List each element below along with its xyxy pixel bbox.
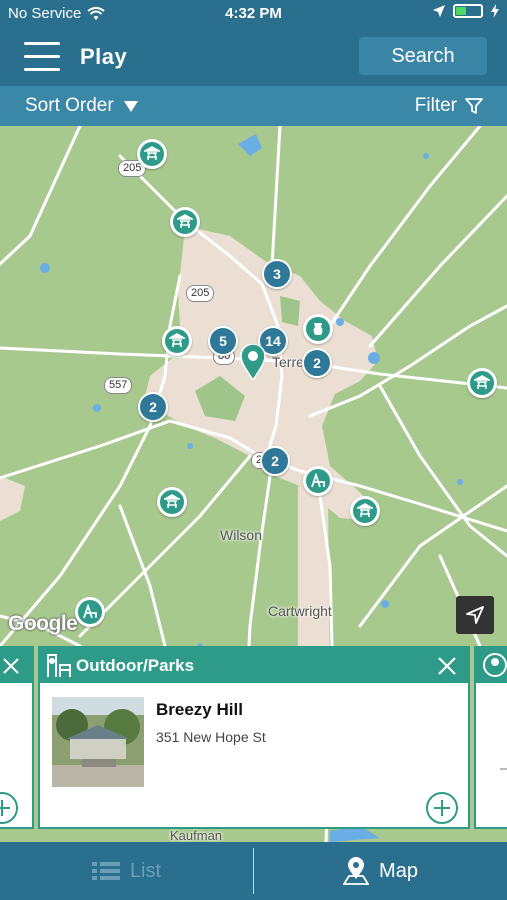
cluster-marker[interactable]: 3 [262, 259, 292, 289]
playground-poi-icon[interactable] [75, 597, 105, 627]
map-label-kaufman: Kaufman [170, 828, 223, 842]
tab-map[interactable]: Map [254, 842, 507, 900]
nav-bar: Play Search [0, 28, 507, 86]
park-poi-icon[interactable] [350, 496, 380, 526]
cluster-marker[interactable]: 2 [138, 392, 168, 422]
page-title: Play [80, 44, 128, 69]
place-address: 351 New Hope St [156, 729, 266, 745]
outdoor-parks-category-icon [47, 654, 71, 677]
tab-bar: List Map [0, 842, 507, 900]
filter-label: Filter [414, 95, 457, 116]
tab-list[interactable]: List [0, 842, 253, 900]
google-logo: Google [8, 612, 78, 635]
selected-location-pin-icon[interactable] [240, 344, 266, 380]
park-poi-icon[interactable] [467, 368, 497, 398]
filter-button[interactable]: Filter [415, 95, 483, 117]
navigation-arrow-icon [466, 606, 484, 624]
cluster-marker[interactable]: 2 [302, 348, 332, 378]
sort-order-dropdown[interactable]: Sort Order [25, 95, 138, 117]
status-bar: No Service 4:32 PM [0, 0, 507, 28]
charging-bolt-icon [491, 4, 499, 18]
category-icon [483, 653, 507, 677]
map-label-wilson: Wilson [220, 527, 263, 543]
sort-order-label: Sort Order [25, 95, 114, 116]
tab-list-label: List [129, 859, 162, 882]
card-header: Outdoor/Parks [40, 648, 468, 683]
list-icon [91, 862, 120, 880]
park-poi-icon[interactable] [162, 326, 192, 356]
park-poi-icon[interactable] [137, 139, 167, 169]
place-thumbnail [52, 697, 144, 787]
result-card-previous[interactable] [0, 646, 34, 829]
map-label-cartwright: Cartwright [268, 603, 332, 619]
divider [500, 768, 507, 770]
close-icon[interactable] [2, 657, 20, 675]
result-card[interactable]: Outdoor/Parks Breezy Hill 351 New Hope S… [38, 646, 470, 829]
add-button[interactable] [0, 792, 18, 824]
museum-poi-icon[interactable] [303, 314, 333, 344]
park-poi-icon[interactable] [157, 487, 187, 517]
route-shield: 205 [186, 285, 215, 302]
place-name: Breezy Hill [156, 700, 243, 719]
my-location-button[interactable] [456, 596, 494, 634]
route-shield: 557 [104, 377, 133, 394]
cluster-marker[interactable]: 2 [260, 446, 290, 476]
map-pin-icon [343, 857, 370, 885]
search-button[interactable]: Search [359, 37, 487, 75]
cluster-marker[interactable]: 5 [208, 326, 238, 356]
tab-map-label: Map [379, 859, 418, 882]
funnel-icon [465, 98, 483, 114]
add-to-plan-button[interactable] [426, 792, 458, 824]
card-category: Outdoor/Parks [76, 656, 195, 675]
menu-icon[interactable] [24, 42, 60, 72]
close-icon[interactable] [436, 655, 458, 677]
battery-icon [453, 4, 483, 18]
caret-down-icon [123, 100, 138, 112]
playground-poi-icon[interactable] [303, 466, 333, 496]
location-arrow-icon [433, 5, 445, 17]
sort-filter-bar: Sort Order Filter [0, 86, 507, 126]
result-card-next[interactable] [474, 646, 507, 829]
park-poi-icon[interactable] [170, 207, 200, 237]
status-time: 4:32 PM [225, 5, 282, 22]
